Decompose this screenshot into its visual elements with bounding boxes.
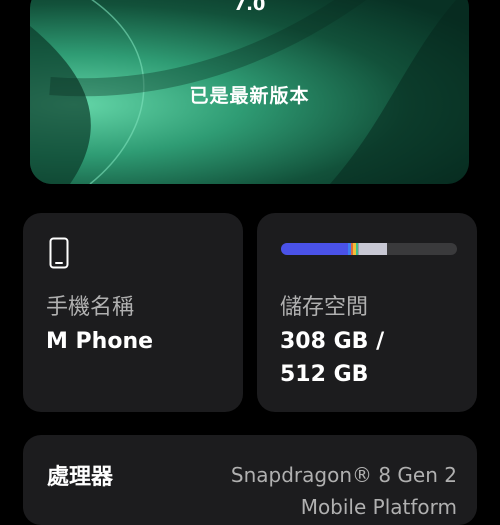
- storage-card[interactable]: 儲存空間 308 GB / 512 GB: [257, 213, 477, 412]
- storage-label: 儲存空間: [280, 295, 369, 320]
- processor-card[interactable]: 處理器 Snapdragon® 8 Gen 2 Mobile Platform: [23, 435, 477, 525]
- storage-value: 308 GB / 512 GB: [280, 325, 460, 391]
- storage-used: 308 GB /: [280, 329, 385, 354]
- processor-label: 處理器: [47, 465, 114, 490]
- phone-name-value: M Phone: [46, 329, 154, 354]
- processor-value: Snapdragon® 8 Gen 2 Mobile Platform: [230, 463, 457, 519]
- system-update-banner[interactable]: 7.0 已是最新版本: [30, 0, 469, 184]
- phone-name-label: 手機名稱: [46, 295, 135, 320]
- storage-usage-bar: [281, 243, 457, 255]
- phone-name-card[interactable]: 手機名稱 M Phone: [23, 213, 243, 412]
- storage-segment: [281, 243, 348, 255]
- update-status-text: 已是最新版本: [189, 85, 310, 107]
- storage-segment: [359, 243, 388, 255]
- storage-total: 512 GB: [280, 362, 369, 387]
- os-version: 7.0: [233, 0, 266, 15]
- phone-icon: [49, 237, 69, 269]
